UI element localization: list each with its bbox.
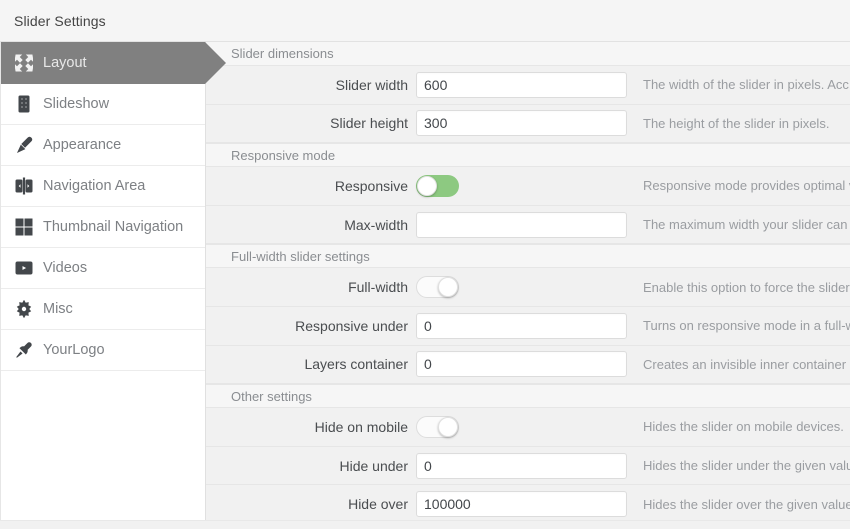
slider-height-input[interactable] [416,110,627,137]
sidebar-item-slideshow[interactable]: Slideshow [1,84,205,125]
max-width-input[interactable] [416,211,627,238]
setting-control [416,415,629,438]
section-header: Full-width slider settings [206,244,850,269]
setting-control [416,174,629,197]
setting-control [416,491,629,518]
page-title: Slider Settings [14,13,106,29]
window-bottom-strip [0,520,850,529]
setting-label: Responsive under [295,317,408,334]
full-width-toggle[interactable] [416,276,459,299]
sidebar-item-label: Appearance [43,137,122,153]
setting-description: The height of the slider in pixels. [643,115,830,131]
setting-label: Hide under [339,457,409,474]
setting-row: Max-width The maximum width your slider c… [206,205,850,245]
slider-settings-window: Slider Settings Layout Slideshow Appearanc… [0,0,850,529]
sidebar-item-thumbnail-navigation[interactable]: Thumbnail Navigation [1,207,205,248]
setting-description: Hides the slider on mobile devices. [643,419,844,435]
setting-description: Hides the slider under the given valu [643,458,850,474]
sidebar-item-label: Thumbnail Navigation [43,219,184,235]
window-titlebar: Slider Settings [0,0,850,42]
setting-control [416,351,629,378]
toggle-knob [438,277,458,298]
responsive-under-input[interactable] [416,312,627,339]
setting-row: Hide under Hides the slider under the giv… [206,446,850,486]
sidebar-item-layout[interactable]: Layout [1,42,226,84]
sidebar-item-label: Layout [43,54,87,71]
setting-description: The width of the slider in pixels. Acc [643,77,849,93]
film-strip-icon [11,93,37,115]
gear-icon [11,298,37,320]
sidebar-item-label: Slideshow [43,96,110,112]
setting-row: Slider width The width of the slider in p… [206,66,850,105]
setting-description: The maximum width your slider can [643,217,848,233]
sidebar-item-navigation-area[interactable]: Navigation Area [1,166,205,207]
setting-label: Hide on mobile [314,418,408,435]
setting-label: Full-width [348,279,408,296]
hide-on-mobile-toggle[interactable] [416,415,459,438]
setting-control [416,452,629,479]
setting-description: Hides the slider over the given value [643,496,850,512]
toggle-knob [417,175,437,196]
setting-row: Full-width Enable this option to force th… [206,268,850,307]
sidebar-item-misc[interactable]: Misc [1,289,205,330]
layout-arrows-icon [11,52,37,74]
toggle-knob [438,416,458,437]
responsive-toggle[interactable] [416,174,459,197]
pushpin-icon [11,339,37,361]
grid-squares-icon [11,216,37,238]
slider-width-input[interactable] [416,71,627,98]
section-header: Responsive mode [206,143,850,168]
setting-label: Hide over [348,496,408,513]
setting-row: Hide on mobile Hides the slider on mobile… [206,408,850,447]
setting-row: Responsive Responsive mode provides optim… [206,167,850,206]
settings-sidebar: Layout Slideshow Appearance Navigation Area… [0,42,226,520]
setting-description: Creates an invisible inner container [643,356,847,372]
setting-description: Turns on responsive mode in a full-w [643,318,850,334]
sidebar-item-appearance[interactable]: Appearance [1,125,205,166]
sidebar-item-label: Videos [43,260,88,276]
setting-row: Responsive under Turns on responsive mode… [206,306,850,346]
settings-content-panel: Slider dimensions Slider width The width o… [206,42,850,520]
sidebar-item-label: YourLogo [43,342,105,358]
setting-description: Enable this option to force the slider [643,279,850,295]
sidebar-item-label: Misc [43,301,73,317]
sidebar-item-yourlogo[interactable]: YourLogo [1,330,205,371]
setting-control [416,276,629,299]
layers-container-input[interactable] [416,351,627,378]
hide-over-input[interactable] [416,491,627,518]
setting-label: Layers container [304,356,408,373]
setting-label: Max-width [344,216,408,233]
setting-control [416,312,629,339]
setting-control [416,71,629,98]
setting-control [416,211,629,238]
sidebar-item-videos[interactable]: Videos [1,248,205,289]
setting-row: Hide over Hides the slider over the given… [206,485,850,520]
setting-label: Responsive [334,177,408,194]
section-header: Other settings [206,384,850,409]
setting-label: Slider height [330,115,408,132]
setting-description: Responsive mode provides optimal v [643,178,850,194]
play-button-icon [11,257,37,279]
setting-row: Slider height The height of the slider in… [206,104,850,144]
hide-under-input[interactable] [416,452,627,479]
setting-row: Layers container Creates an invisible inn… [206,345,850,385]
section-header: Slider dimensions [206,42,850,66]
setting-label: Slider width [335,76,408,93]
sidebar-item-label: Navigation Area [43,178,146,194]
paintbrush-icon [11,134,37,156]
left-right-arrows-icon [11,175,37,197]
setting-control [416,110,629,137]
